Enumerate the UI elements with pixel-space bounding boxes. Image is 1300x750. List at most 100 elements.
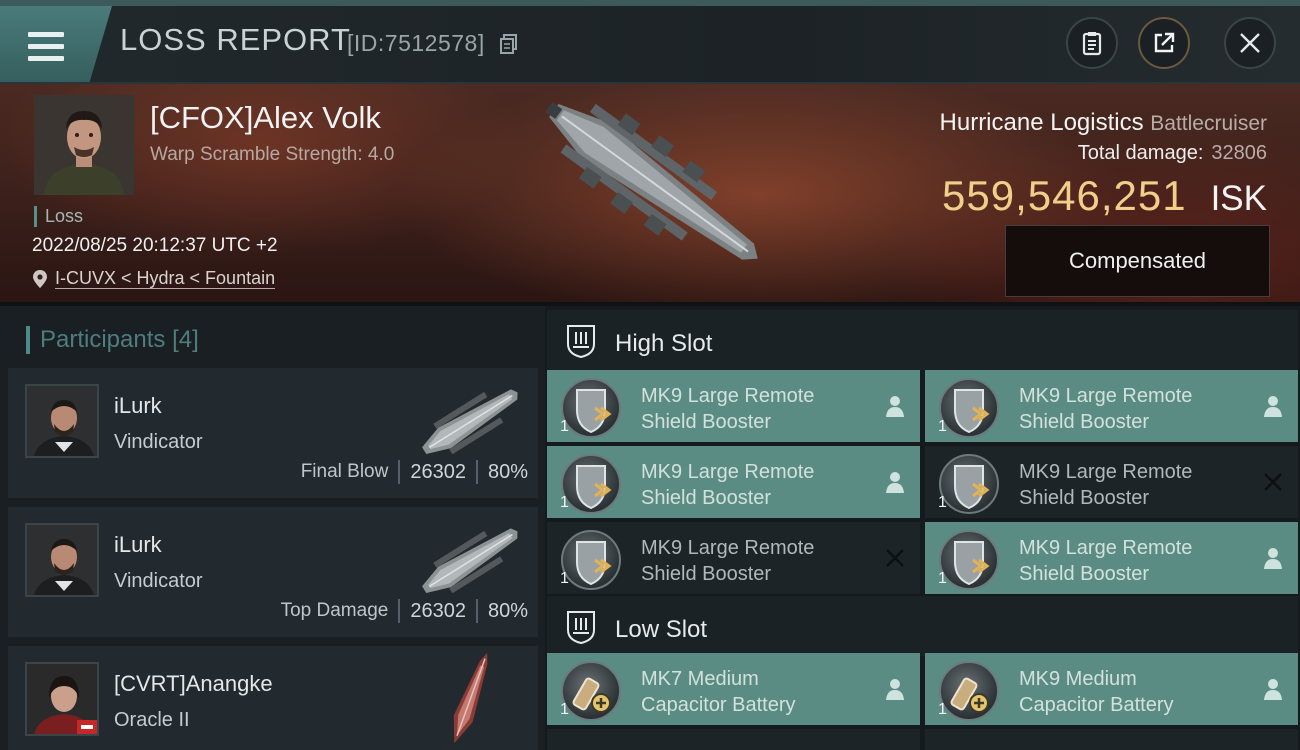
module-name: MK9 Large Remote Shield Booster [1019,383,1192,435]
participants-count: [4] [172,326,199,353]
module-slot[interactable]: 1 MK9 Large Remote Shield Booster [547,370,920,442]
module-slot[interactable]: 1 MK9 Large Remote Shield Booster [547,446,920,518]
module-slot[interactable]: 1 MK9 Large Remote Shield Booster [925,522,1298,594]
participant-row[interactable]: [CVRT]Anangke Oracle II [8,646,538,750]
capacitor-battery-icon [561,661,621,721]
close-button[interactable] [1224,17,1276,69]
victim-portrait[interactable] [34,95,134,195]
module-quantity: 1 [938,701,947,718]
module-name-line1: MK9 Large Remote [1019,537,1193,559]
shield-booster-icon [939,530,999,590]
participant-row[interactable]: iLurk Vindicator Top Damage 26302 80% [8,507,538,637]
stat-divider [475,599,478,623]
shield-booster-icon [561,378,621,438]
loss-timestamp: 2022/08/25 20:12:37 UTC +2 [32,235,278,256]
clipboard-button[interactable] [1066,17,1118,69]
module-name: MK9 Large Remote Shield Booster [641,383,814,435]
participant-role: Final Blow [300,461,389,482]
participant-avatar [25,523,99,597]
warp-scramble-strength: Warp Scramble Strength: 4.0 [150,144,395,165]
module-slot[interactable]: 1 MK9 Large Remote Shield Booster [925,370,1298,442]
module-quantity: 1 [560,494,569,511]
participant-stats: Final Blow 26302 80% [301,460,528,484]
clipboard-icon [1082,32,1102,56]
module-name: MK9 Large Remote Shield Booster [641,459,814,511]
high-slot-label: High Slot [615,330,713,357]
stat-divider [398,599,401,623]
menu-button[interactable] [0,6,112,82]
participants-panel: Participants [4] iLurk Vindicator Final … [0,306,545,750]
victim-name[interactable]: [CFOX]Alex Volk [150,100,381,136]
total-damage-value: 32806 [1211,142,1267,164]
module-quantity: 1 [560,570,569,587]
module-slot[interactable]: 1 MK7 Medium Capacitor Battery [547,653,920,725]
loss-label: Loss [34,206,83,227]
module-slot[interactable]: 1 MK9 Large Remote Shield Booster [925,446,1298,518]
participant-name[interactable]: iLurk [114,393,162,419]
participant-damage: 26302 [410,460,466,483]
location-link[interactable]: I-CUVX < Hydra < Fountain [33,268,276,289]
module-name-line2: Shield Booster [1019,411,1150,433]
module-name-line1: MK7 Medium [641,668,759,690]
module-name-line1: MK9 Large Remote [641,385,815,407]
module-name-line2: Shield Booster [641,563,772,585]
person-icon [886,472,904,493]
participant-name[interactable]: [CVRT]Anangke [114,671,273,697]
header-bar: LOSS REPORT [ID:7512578] [0,0,1300,84]
module-slot[interactable] [547,729,920,750]
isk-unit: ISK [1210,179,1267,218]
module-name: MK7 Medium Capacitor Battery [641,666,796,718]
slot-rack-icon [567,325,595,358]
shield-booster-icon [561,530,621,590]
low-slot-header: Low Slot [547,596,1298,656]
module-name-line1: MK9 Large Remote [1019,385,1193,407]
low-slot-label: Low Slot [615,616,708,643]
person-icon [1264,679,1282,700]
x-icon [1264,473,1282,491]
participant-ship-image [422,528,518,594]
participant-role: Top Damage [280,600,389,621]
module-slot[interactable] [925,729,1298,750]
ship-type: Hurricane Logistics [939,109,1144,136]
module-name-line2: Capacitor Battery [641,694,796,716]
module-quantity: 1 [938,494,947,511]
copy-icon[interactable] [500,34,517,54]
participant-ship: Vindicator [114,431,203,453]
person-icon [886,396,904,417]
share-icon [1154,32,1175,53]
module-name-line2: Capacitor Battery [1019,694,1174,716]
high-slot-header: High Slot [547,310,1298,370]
stat-divider [475,460,478,484]
module-slot[interactable]: 1 MK9 Large Remote Shield Booster [547,522,920,594]
module-name-line2: Shield Booster [1019,563,1150,585]
close-icon [1240,33,1260,53]
victim-ship-name[interactable]: Hurricane Logistics Battlecruiser [940,109,1267,137]
shield-booster-icon [561,454,621,514]
hamburger-icon[interactable] [28,32,64,62]
participant-name[interactable]: iLurk [114,532,162,558]
participant-percent: 80% [487,460,528,483]
isk-amount: 559,546,251 [942,172,1187,219]
participant-damage: 26302 [410,599,466,622]
compensated-button[interactable]: Compensated [1005,225,1270,297]
map-pin-icon [33,269,47,288]
share-button[interactable] [1138,17,1190,69]
module-name-line2: Shield Booster [1019,487,1150,509]
participant-ship: Oracle II [114,709,190,731]
loss-report-window: LOSS REPORT [ID:7512578] [CFOX]Alex Volk… [0,0,1300,750]
location-text[interactable]: I-CUVX < Hydra < Fountain [55,268,276,289]
shield-booster-icon [939,378,999,438]
participant-ship-image [453,653,488,744]
participant-row[interactable]: iLurk Vindicator Final Blow 26302 80% [8,368,538,498]
participants-label: Participants [40,326,166,353]
module-name-line1: MK9 Large Remote [641,537,815,559]
module-quantity: 1 [938,418,947,435]
top-accent-line [0,0,1300,6]
module-name: MK9 Large Remote Shield Booster [1019,535,1192,587]
total-damage: Total damage: 32806 [1078,142,1267,165]
module-slot[interactable]: 1 MK9 Medium Capacitor Battery [925,653,1298,725]
victim-summary: [CFOX]Alex Volk Warp Scramble Strength: … [0,84,1300,306]
participant-ship: Vindicator [114,570,203,592]
total-damage-label: Total damage: [1077,142,1204,164]
module-name-line2: Shield Booster [641,487,772,509]
